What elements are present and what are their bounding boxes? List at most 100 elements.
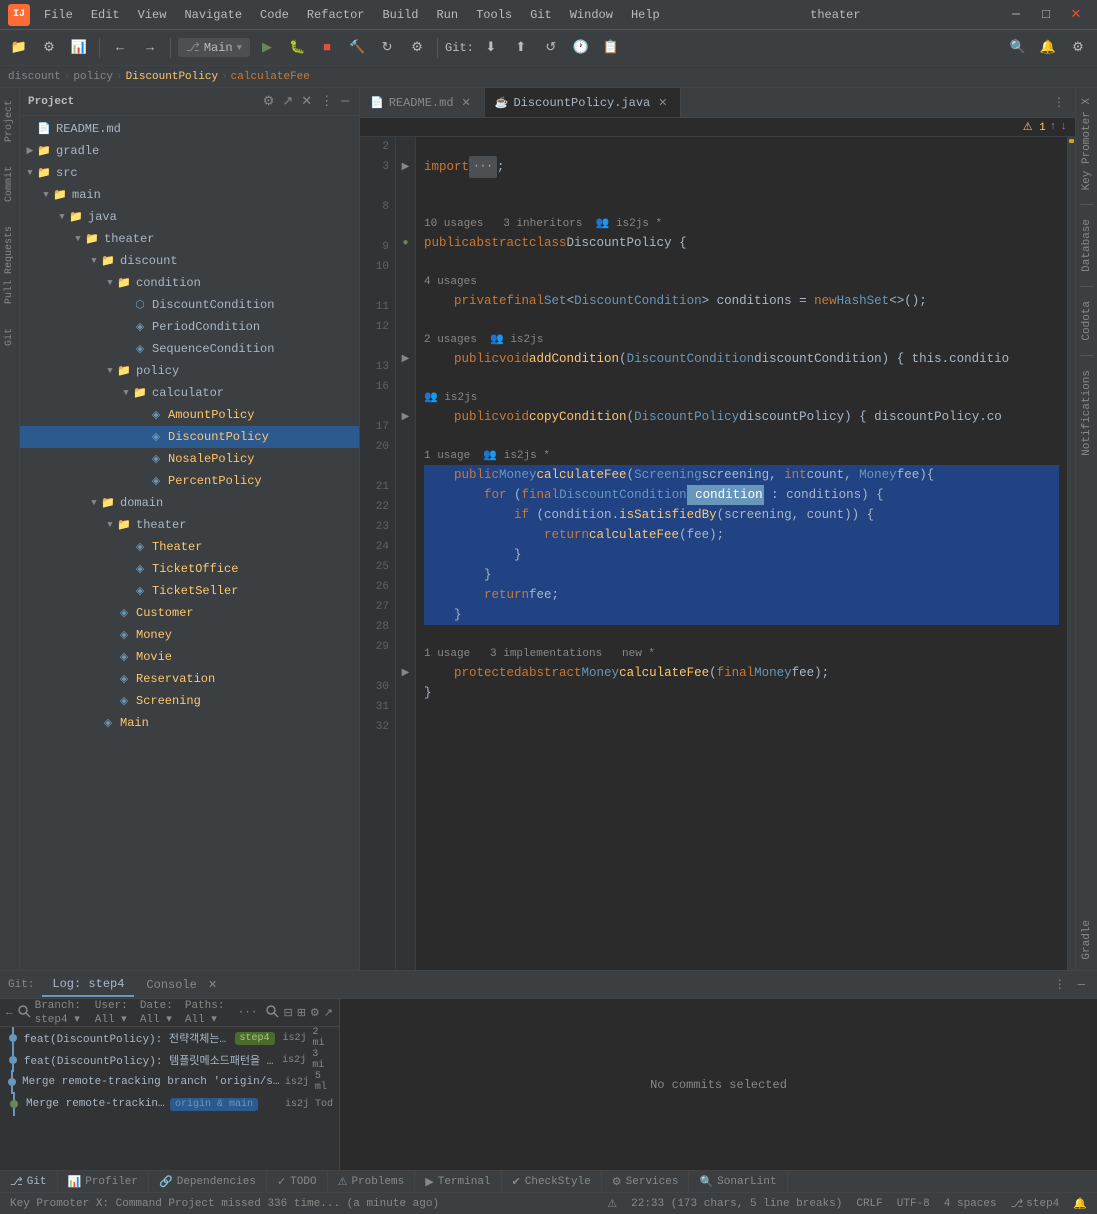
bottom-minimize-btn[interactable]: ─	[1074, 976, 1089, 994]
menu-git[interactable]: Git	[522, 5, 560, 25]
sidebar-close-icon[interactable]: ✕	[299, 92, 314, 111]
sync-btn[interactable]: ↻	[374, 35, 400, 61]
back-btn[interactable]: ←	[107, 35, 133, 61]
menu-view[interactable]: View	[130, 5, 175, 25]
dp-tab-close[interactable]: ✕	[655, 95, 670, 111]
paths-filter[interactable]: Paths: All ▾	[185, 1000, 230, 1026]
status-position[interactable]: 22:33 (173 chars, 5 line breaks)	[627, 1198, 846, 1210]
tree-item-reservation[interactable]: ◈ Reservation	[20, 668, 359, 690]
tree-item-amountpolicy[interactable]: ◈ AmountPolicy	[20, 404, 359, 426]
status-encoding-icon[interactable]: ⚠	[603, 1197, 621, 1211]
tool-tab-terminal[interactable]: ▶ Terminal	[415, 1171, 501, 1192]
sidebar-more-icon[interactable]: ⋮	[318, 92, 335, 111]
menu-refactor[interactable]: Refactor	[299, 5, 373, 25]
tree-item-theater-root[interactable]: ▼ 📁 theater	[20, 228, 359, 250]
tool-tab-git[interactable]: ⎇ Git	[0, 1171, 58, 1192]
tree-item-money[interactable]: ◈ Money	[20, 624, 359, 646]
back-icon[interactable]: ←	[6, 1007, 13, 1019]
branch-selector[interactable]: ⎇ Main ▼	[178, 38, 250, 57]
tab-more-btn[interactable]: ⋮	[1049, 93, 1069, 112]
graph-entry-2[interactable]: feat(DiscountPolicy): 템플릿메소드패턴을 전략패턴으 is…	[0, 1049, 339, 1071]
tree-item-ticketoffice[interactable]: ◈ TicketOffice	[20, 558, 359, 580]
status-encoding[interactable]: UTF-8	[893, 1198, 934, 1210]
breadcrumb-policy[interactable]: policy	[73, 71, 113, 83]
tool-tab-services[interactable]: ⚙ Services	[602, 1171, 690, 1192]
commits-tab[interactable]: Commit	[1, 158, 18, 210]
project-tab[interactable]: Project	[1, 92, 18, 150]
pullreq-tab[interactable]: Pull Requests	[1, 218, 18, 312]
status-indent[interactable]: 4 spaces	[940, 1198, 1001, 1210]
tree-item-policy[interactable]: ▼ 📁 policy	[20, 360, 359, 382]
tree-item-gradle[interactable]: ▶ 📁 gradle	[20, 140, 359, 162]
tree-item-sequencecondition[interactable]: ◈ SequenceCondition	[20, 338, 359, 360]
tree-item-discountcondition[interactable]: ⬡ DiscountCondition	[20, 294, 359, 316]
search-everywhere-btn[interactable]: 🔍	[1005, 35, 1031, 61]
graph-entry-1[interactable]: feat(DiscountPolicy): 전략객체는 생성자를 step4 i…	[0, 1027, 339, 1049]
git-log-btn[interactable]: 📋	[598, 35, 624, 61]
status-line-endings[interactable]: CRLF	[852, 1198, 886, 1210]
menu-code[interactable]: Code	[252, 5, 297, 25]
tree-item-customer[interactable]: ◈ Customer	[20, 602, 359, 624]
status-branch-bar[interactable]: ⎇ step4	[1007, 1197, 1064, 1211]
tree-item-theater-domain[interactable]: ▼ 📁 theater	[20, 514, 359, 536]
collapse-btn[interactable]: ⊟	[283, 1006, 292, 1020]
tree-item-calculator[interactable]: ▼ 📁 calculator	[20, 382, 359, 404]
tree-item-readme[interactable]: 📄 README.md	[20, 118, 359, 140]
database-tab[interactable]: Database	[1078, 213, 1096, 278]
expand-rows-btn[interactable]: ⊞	[297, 1006, 306, 1020]
search-input-git[interactable]	[17, 1004, 31, 1022]
menu-run[interactable]: Run	[428, 5, 466, 25]
tree-item-discountpolicy[interactable]: ◈ DiscountPolicy	[20, 426, 359, 448]
git-settings-btn[interactable]: ⚙	[310, 1006, 320, 1020]
git-fetch-btn[interactable]: ↺	[538, 35, 564, 61]
notifications-btn[interactable]: 🔔	[1035, 35, 1061, 61]
tree-item-main[interactable]: ▼ 📁 main	[20, 184, 359, 206]
menu-window[interactable]: Window	[562, 5, 621, 25]
tree-item-nosalepolicy[interactable]: ◈ NosalePolicy	[20, 448, 359, 470]
forward-btn[interactable]: →	[137, 35, 163, 61]
tool-tab-problems[interactable]: ⚠ Problems	[328, 1171, 416, 1192]
git-history-btn[interactable]: 🕐	[568, 35, 594, 61]
tree-item-main-class[interactable]: ◈ Main	[20, 712, 359, 734]
menu-help[interactable]: Help	[623, 5, 668, 25]
git-search-btn[interactable]	[265, 1004, 279, 1022]
key-promoter-tab[interactable]: Key Promoter X	[1078, 92, 1096, 196]
status-notifications[interactable]: 🔔	[1069, 1197, 1091, 1211]
menu-file[interactable]: File	[36, 5, 81, 25]
breadcrumb-method[interactable]: calculateFee	[231, 71, 310, 83]
tree-item-src[interactable]: ▼ 📁 src	[20, 162, 359, 184]
bottom-tab-console[interactable]: Console ✕	[136, 974, 227, 996]
menu-build[interactable]: Build	[374, 5, 426, 25]
user-filter[interactable]: User: All ▾	[95, 1000, 136, 1026]
tree-item-theater-class[interactable]: ◈ Theater	[20, 536, 359, 558]
sidebar-settings-icon[interactable]: ⚙	[261, 92, 277, 111]
tree-item-percentpolicy[interactable]: ◈ PercentPolicy	[20, 470, 359, 492]
close-btn[interactable]: ✕	[1063, 2, 1089, 28]
bookmark-icon[interactable]: ⚙	[36, 35, 62, 61]
filter-more-btn[interactable]: ···	[238, 1007, 258, 1019]
gear-btn[interactable]: ⚙	[1065, 35, 1091, 61]
gradle-side-tab[interactable]: Gradle	[1078, 914, 1096, 966]
tree-item-movie[interactable]: ◈ Movie	[20, 646, 359, 668]
console-close-icon[interactable]: ✕	[208, 980, 217, 992]
project-icon[interactable]: 📁	[6, 35, 32, 61]
code-content[interactable]: 2 3 8 9 10 11 12 13 16 17 20	[360, 137, 1075, 970]
run-btn[interactable]: ▶	[254, 35, 280, 61]
tool-tab-dependencies[interactable]: 🔗 Dependencies	[149, 1171, 267, 1192]
branch-filter[interactable]: Branch: step4 ▾	[35, 1000, 91, 1026]
tab-discountpolicy[interactable]: ☕ DiscountPolicy.java ✕	[485, 88, 682, 117]
breadcrumb-file[interactable]: DiscountPolicy	[126, 71, 218, 83]
tree-item-ticketseller[interactable]: ◈ TicketSeller	[20, 580, 359, 602]
graph-entry-4[interactable]: Merge remote-tracking branch 'ori origin…	[0, 1093, 339, 1115]
git-minimize-btn[interactable]: ↗	[324, 1006, 333, 1020]
debug-btn[interactable]: 🐛	[284, 35, 310, 61]
tree-item-screening[interactable]: ◈ Screening	[20, 690, 359, 712]
git-push-btn[interactable]: ⬆	[508, 35, 534, 61]
tab-readme[interactable]: 📄 README.md ✕	[360, 88, 485, 117]
minimize-btn[interactable]: ─	[1003, 2, 1029, 28]
build-btn[interactable]: 🔨	[344, 35, 370, 61]
stop-btn[interactable]: ■	[314, 35, 340, 61]
settings-btn[interactable]: ⚙	[404, 35, 430, 61]
maximize-btn[interactable]: □	[1033, 2, 1059, 28]
readme-tab-close[interactable]: ✕	[459, 95, 474, 111]
